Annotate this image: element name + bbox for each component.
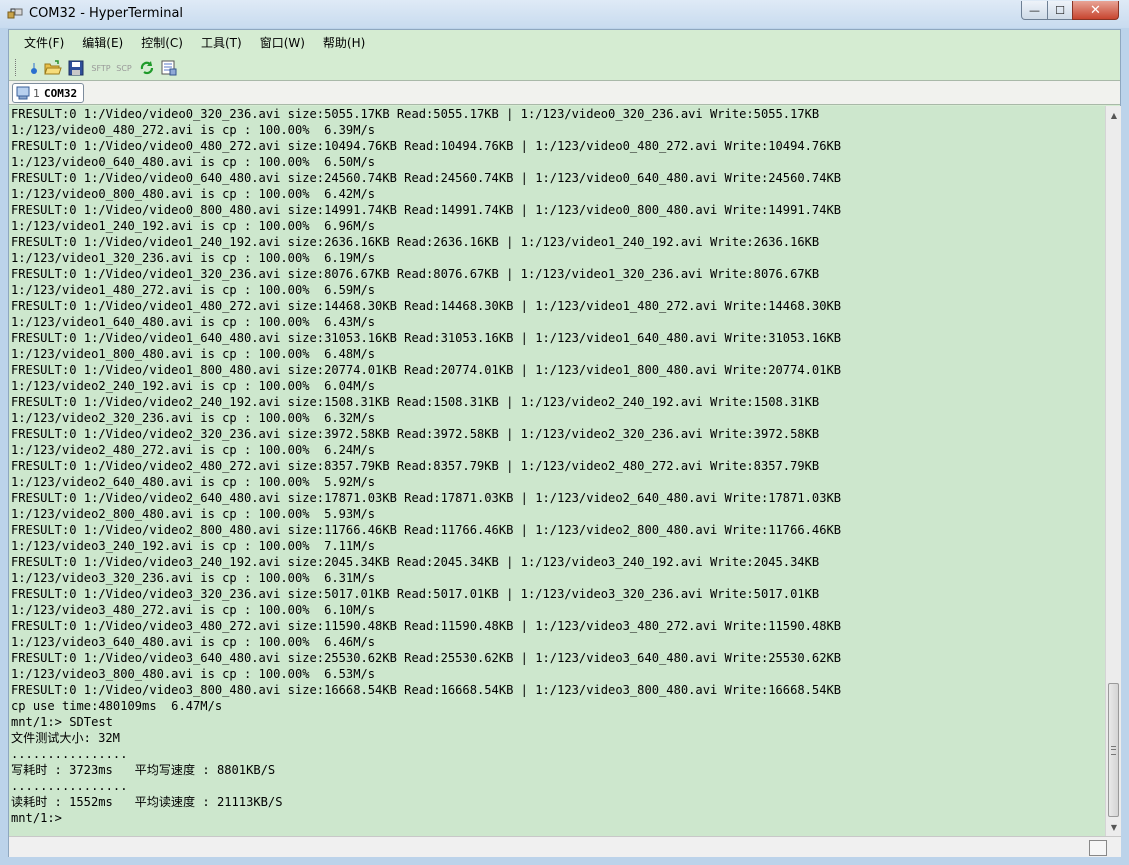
terminal-line: ................ — [11, 747, 128, 761]
scp-label: SCP — [116, 63, 132, 73]
terminal-line: 1:/123/video2_320_236.avi is cp : 100.00… — [11, 411, 376, 425]
menu-edit[interactable]: 编辑(E) — [75, 34, 130, 51]
terminal-line: FRESULT:0 1:/Video/video2_480_272.avi si… — [11, 459, 820, 473]
folder-open-icon — [44, 60, 62, 75]
toolbar: SFTP SCP — [9, 55, 1120, 81]
scp-button[interactable]: SCP — [113, 58, 135, 78]
terminal-line: FRESULT:0 1:/Video/video0_320_236.avi si… — [11, 107, 820, 121]
terminal-line: FRESULT:0 1:/Video/video3_800_480.avi si… — [11, 683, 842, 697]
grip-icon — [1111, 746, 1116, 755]
maximize-button[interactable]: ☐ — [1047, 1, 1073, 20]
menu-control[interactable]: 控制(C) — [134, 34, 190, 51]
refresh-icon — [140, 61, 154, 75]
menu-window[interactable]: 窗口(W) — [253, 34, 312, 51]
toolbar-grip[interactable] — [15, 59, 19, 76]
session-tab-strip: 1 COM32 — [9, 81, 1120, 105]
terminal-line: FRESULT:0 1:/Video/video3_640_480.avi si… — [11, 651, 842, 665]
scrollbar-thumb[interactable] — [1108, 683, 1119, 817]
terminal-line: 1:/123/video2_800_480.avi is cp : 100.00… — [11, 507, 376, 521]
hyperterminal-window: COM32 - HyperTerminal — ☐ ✕ 文件(F) 编辑(E) … — [0, 0, 1129, 865]
vertical-scrollbar[interactable]: ▲ ▼ — [1105, 106, 1121, 836]
terminal-line: FRESULT:0 1:/Video/video1_480_272.avi si… — [11, 299, 842, 313]
save-button[interactable] — [66, 58, 86, 78]
terminal-line: FRESULT:0 1:/Video/video3_320_236.avi si… — [11, 587, 820, 601]
sftp-button[interactable]: SFTP — [89, 58, 113, 78]
terminal-line: FRESULT:0 1:/Video/video0_480_272.avi si… — [11, 139, 842, 153]
minimize-button[interactable]: — — [1021, 1, 1048, 20]
terminal-line: FRESULT:0 1:/Video/video3_240_192.avi si… — [11, 555, 820, 569]
terminal-line: 1:/123/video2_480_272.avi is cp : 100.00… — [11, 443, 376, 457]
size-grip-icon[interactable] — [1089, 840, 1107, 856]
menu-file[interactable]: 文件(F) — [17, 34, 71, 51]
hyperterminal-app-icon — [7, 8, 23, 19]
properties-button[interactable] — [159, 58, 179, 78]
tab-label: COM32 — [44, 86, 78, 100]
tab-com32[interactable]: 1 COM32 — [12, 83, 85, 103]
terminal-line: 1:/123/video1_480_272.avi is cp : 100.00… — [11, 283, 376, 297]
terminal-line: 1:/123/video3_320_236.avi is cp : 100.00… — [11, 571, 376, 585]
reconnect-button[interactable] — [137, 58, 157, 78]
terminal-line: 1:/123/video0_480_272.avi is cp : 100.00… — [11, 123, 376, 137]
minimize-icon: — — [1029, 3, 1040, 17]
menu-bar: 文件(F) 编辑(E) 控制(C) 工具(T) 窗口(W) 帮助(H) — [9, 30, 1120, 55]
terminal-line: 1:/123/video1_320_236.avi is cp : 100.00… — [11, 251, 376, 265]
terminal-line: FRESULT:0 1:/Video/video1_240_192.avi si… — [11, 235, 820, 249]
terminal-line: 写耗时 : 3723ms 平均写速度 : 8801KB/S — [11, 763, 276, 777]
terminal-line: FRESULT:0 1:/Video/video0_800_480.avi si… — [11, 203, 842, 217]
floppy-disk-icon — [68, 60, 84, 76]
settings-sheet-icon — [161, 60, 177, 76]
terminal-line: ................ — [11, 779, 128, 793]
open-button[interactable] — [43, 58, 63, 78]
sftp-label: SFTP — [91, 63, 111, 73]
terminal-line: FRESULT:0 1:/Video/video1_320_236.avi si… — [11, 267, 820, 281]
terminal-line: FRESULT:0 1:/Video/video2_800_480.avi si… — [11, 523, 842, 537]
terminal-session-icon — [16, 86, 30, 100]
terminal-line: 1:/123/video0_640_480.avi is cp : 100.00… — [11, 155, 376, 169]
menu-help[interactable]: 帮助(H) — [316, 34, 372, 51]
close-icon: ✕ — [1090, 2, 1101, 18]
terminal-line: 1:/123/video1_800_480.avi is cp : 100.00… — [11, 347, 376, 361]
new-connection-button[interactable] — [23, 58, 43, 78]
terminal-line: 文件测试大小: 32M — [11, 731, 120, 745]
status-bar — [9, 836, 1121, 857]
terminal-line: 1:/123/video3_240_192.avi is cp : 100.00… — [11, 539, 376, 553]
scroll-up-arrow-icon[interactable]: ▲ — [1106, 107, 1122, 123]
terminal-line: 读耗时 : 1552ms 平均读速度 : 21113KB/S — [11, 795, 283, 809]
terminal-line: 1:/123/video1_640_480.avi is cp : 100.00… — [11, 315, 376, 329]
tab-number: 1 — [33, 86, 40, 100]
terminal-line: FRESULT:0 1:/Video/video2_240_192.avi si… — [11, 395, 820, 409]
terminal-output[interactable]: FRESULT:0 1:/Video/video0_320_236.avi si… — [9, 106, 1105, 836]
window-title: COM32 - HyperTerminal — [29, 6, 184, 21]
terminal-line: FRESULT:0 1:/Video/video1_640_480.avi si… — [11, 331, 842, 345]
maximize-icon: ☐ — [1055, 3, 1065, 17]
close-button[interactable]: ✕ — [1072, 1, 1119, 20]
terminal-line: FRESULT:0 1:/Video/video2_320_236.avi si… — [11, 427, 820, 441]
terminal-line: 1:/123/video3_800_480.avi is cp : 100.00… — [11, 667, 376, 681]
drop-icon — [31, 63, 37, 74]
terminal-line: FRESULT:0 1:/Video/video2_640_480.avi si… — [11, 491, 842, 505]
terminal-prompt-line: mnt/1:> SDTest — [11, 715, 113, 729]
terminal-line: 1:/123/video3_640_480.avi is cp : 100.00… — [11, 635, 376, 649]
menu-tools[interactable]: 工具(T) — [194, 34, 249, 51]
terminal-line: 1:/123/video3_480_272.avi is cp : 100.00… — [11, 603, 376, 617]
terminal-line: FRESULT:0 1:/Video/video3_480_272.avi si… — [11, 619, 842, 633]
terminal-line: cp use time:480109ms 6.47M/s — [11, 699, 223, 713]
scroll-down-arrow-icon[interactable]: ▼ — [1106, 819, 1122, 835]
terminal-line: 1:/123/video2_640_480.avi is cp : 100.00… — [11, 475, 376, 489]
client-area: 文件(F) 编辑(E) 控制(C) 工具(T) 窗口(W) 帮助(H) SFTP… — [8, 29, 1121, 857]
terminal-line: FRESULT:0 1:/Video/video0_640_480.avi si… — [11, 171, 842, 185]
terminal-prompt-line: mnt/1:> — [11, 811, 62, 825]
terminal-line: 1:/123/video1_240_192.avi is cp : 100.00… — [11, 219, 376, 233]
terminal-line: FRESULT:0 1:/Video/video1_800_480.avi si… — [11, 363, 842, 377]
terminal-line: 1:/123/video2_240_192.avi is cp : 100.00… — [11, 379, 376, 393]
terminal-line: 1:/123/video0_800_480.avi is cp : 100.00… — [11, 187, 376, 201]
title-bar[interactable]: COM32 - HyperTerminal — ☐ ✕ — [0, 0, 1129, 28]
